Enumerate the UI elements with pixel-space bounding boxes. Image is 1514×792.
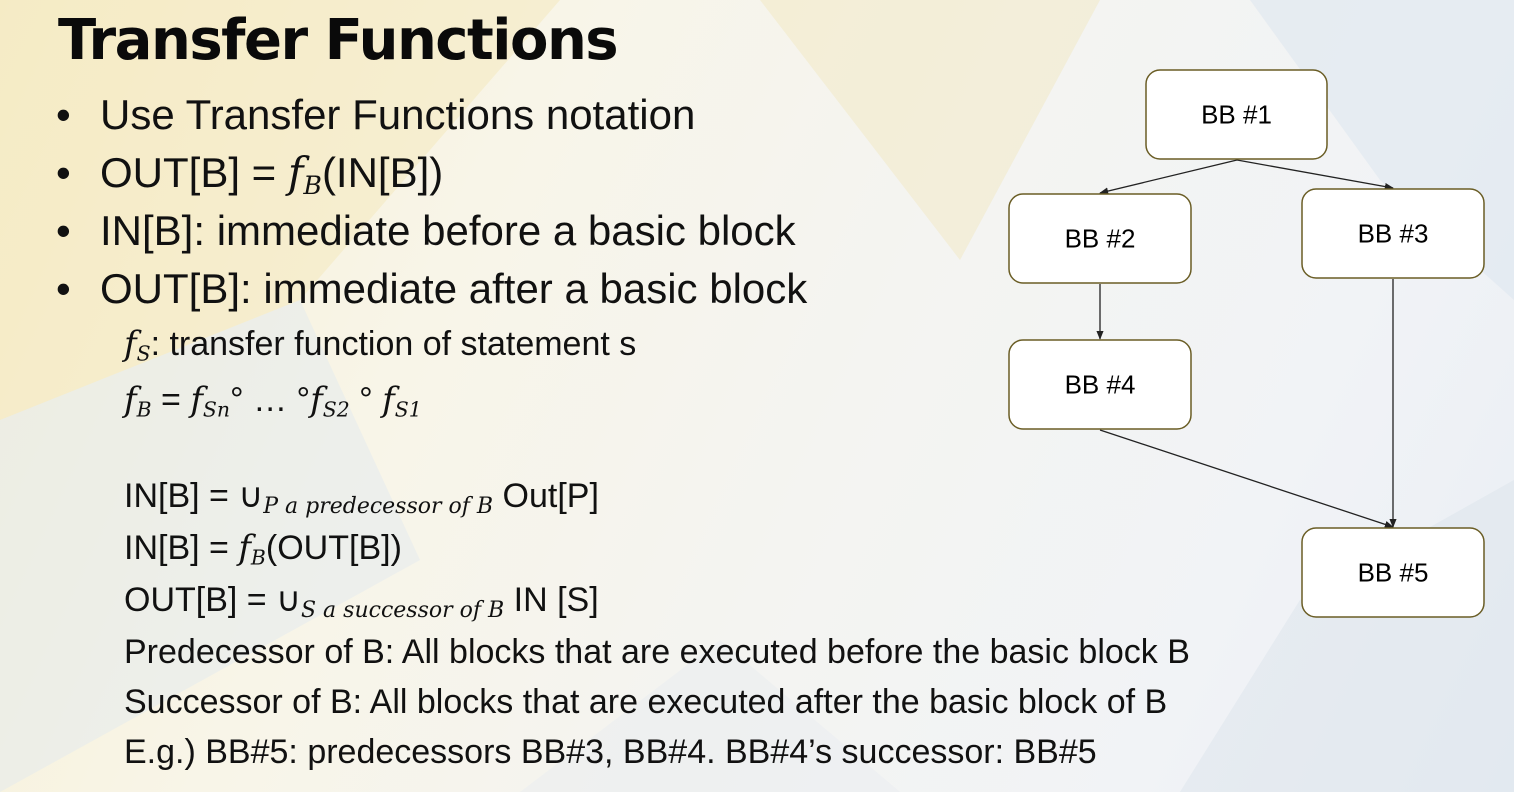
node-bb1: BB #1 xyxy=(1145,69,1328,160)
node-label: BB #4 xyxy=(1065,370,1136,400)
node-label: BB #1 xyxy=(1201,100,1272,130)
node-label: BB #2 xyxy=(1065,224,1136,254)
node-label: BB #5 xyxy=(1358,558,1429,588)
edge-bb1-to-bb3 xyxy=(1236,159,1394,191)
node-bb4: BB #4 xyxy=(1008,339,1192,430)
node-layer: BB #1 BB #2 BB #3 BB #4 BB #5 xyxy=(1008,69,1485,618)
node-label: BB #3 xyxy=(1358,219,1429,249)
cfg-diagram: BB #1 BB #2 BB #3 BB #4 BB #5 xyxy=(1008,69,1485,618)
edge-bb1-to-bb2 xyxy=(1099,159,1238,195)
node-bb3: BB #3 xyxy=(1301,188,1485,279)
edge-bb4-to-bb5 xyxy=(1099,429,1394,528)
node-bb5: BB #5 xyxy=(1301,527,1485,618)
node-bb2: BB #2 xyxy=(1008,193,1192,284)
